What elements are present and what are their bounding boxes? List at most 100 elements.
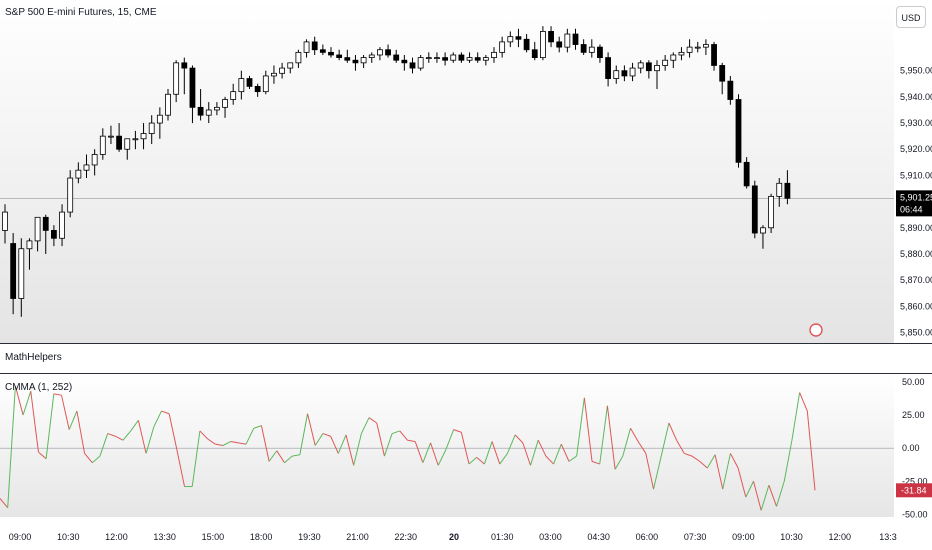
candle-body (588, 46, 595, 53)
oscillator-segment (145, 426, 155, 454)
candle (385, 44, 391, 58)
candle-body (719, 65, 726, 82)
oscillator-segment (353, 433, 362, 466)
candle-body (18, 248, 25, 299)
candle (328, 47, 334, 58)
candle-body (59, 211, 65, 239)
candle-body (238, 78, 245, 93)
candle-body (360, 57, 367, 64)
candle-body (10, 243, 17, 299)
oscillator-segment (161, 410, 170, 415)
candle (165, 89, 171, 121)
oscillator-segment (414, 441, 424, 463)
candle-body (401, 59, 408, 64)
candle (189, 65, 196, 124)
oscillator-segment (360, 417, 370, 434)
oscillator-axis-tick: 0.00 (902, 443, 920, 453)
candle-body (116, 135, 122, 150)
candle (442, 52, 449, 66)
price-axis-tick: 5,950.00 (900, 66, 932, 76)
candle (776, 178, 783, 207)
oscillator-segment (468, 457, 478, 465)
candle-body (75, 169, 82, 179)
candle (743, 157, 750, 189)
oscillator-segment (314, 433, 324, 446)
candle-body (124, 138, 131, 150)
candle (768, 193, 774, 234)
candle-body (645, 62, 652, 72)
candle (197, 89, 204, 121)
candle-body (434, 57, 440, 60)
candle (34, 216, 41, 252)
oscillator-segment (453, 429, 462, 433)
candle-body (474, 57, 481, 61)
candle (140, 123, 147, 150)
time-axis-tick: 01:30 (491, 532, 514, 542)
candle (352, 54, 359, 71)
candle (132, 130, 139, 150)
candle-body (417, 57, 424, 69)
candle (751, 180, 758, 239)
candle-body (784, 182, 791, 199)
time-axis-tick: 07:30 (684, 532, 707, 542)
oscillator-segment (737, 467, 747, 498)
candle-body (26, 240, 33, 250)
oscillator-segment (230, 441, 239, 444)
candle-body (458, 54, 465, 61)
oscillator-segment (714, 454, 724, 490)
oscillator-segment (622, 428, 631, 457)
candle-body (262, 75, 269, 93)
candle-body (352, 59, 359, 64)
candle (10, 233, 17, 315)
time-axis-tick: 20 (449, 532, 459, 542)
candle (59, 204, 65, 247)
candle (108, 125, 114, 145)
candle (458, 52, 465, 63)
candle (368, 52, 375, 63)
candle (75, 162, 82, 184)
oscillator-segment (115, 435, 124, 441)
chart-canvas[interactable]: 5,950.00 5,940.00 5,930.00 5,920.00 5,910.00… (0, 0, 932, 550)
candle-body (2, 211, 8, 231)
candle (499, 36, 506, 58)
candle-body (213, 106, 220, 111)
candle (18, 238, 25, 317)
oscillator-segment (653, 455, 662, 490)
oscillator-segment (499, 453, 508, 465)
candle (588, 39, 595, 58)
oscillator-segment (168, 413, 178, 450)
currency-button[interactable]: USD (896, 6, 926, 28)
time-axis-tick: 12:00 (105, 532, 128, 542)
oscillator-segment (99, 433, 109, 457)
oscillator-title: CMMA (1, 252) (5, 382, 73, 393)
oscillator-segment (107, 433, 116, 437)
oscillator-segment (591, 460, 600, 465)
candle-body (670, 54, 677, 61)
oscillator-segment (222, 441, 231, 446)
candle-body (295, 51, 302, 64)
candle (654, 60, 660, 90)
oscillator-segment (238, 442, 247, 445)
chart-root: 5,950.00 5,940.00 5,930.00 5,920.00 5,910.00… (0, 0, 932, 550)
oscillator-segment (545, 455, 554, 465)
oscillator-segment (45, 393, 55, 459)
candle (295, 49, 302, 69)
candle-body (271, 72, 277, 77)
oscillator-segment (260, 425, 270, 462)
candle (482, 54, 489, 66)
oscillator-segment (215, 443, 224, 446)
candle-body (385, 49, 391, 56)
candle (311, 36, 318, 55)
candle-body (67, 177, 74, 213)
oscillator-segment (430, 442, 439, 466)
candle-body (531, 49, 538, 59)
candle-body (548, 31, 554, 43)
oscillator-segment (476, 457, 485, 465)
candle (507, 31, 514, 48)
candle (238, 70, 245, 100)
candle-body (409, 62, 416, 69)
candle-body (654, 65, 660, 72)
candle-body (540, 31, 546, 59)
candle-body (83, 164, 90, 171)
oscillator-segment (760, 485, 770, 511)
